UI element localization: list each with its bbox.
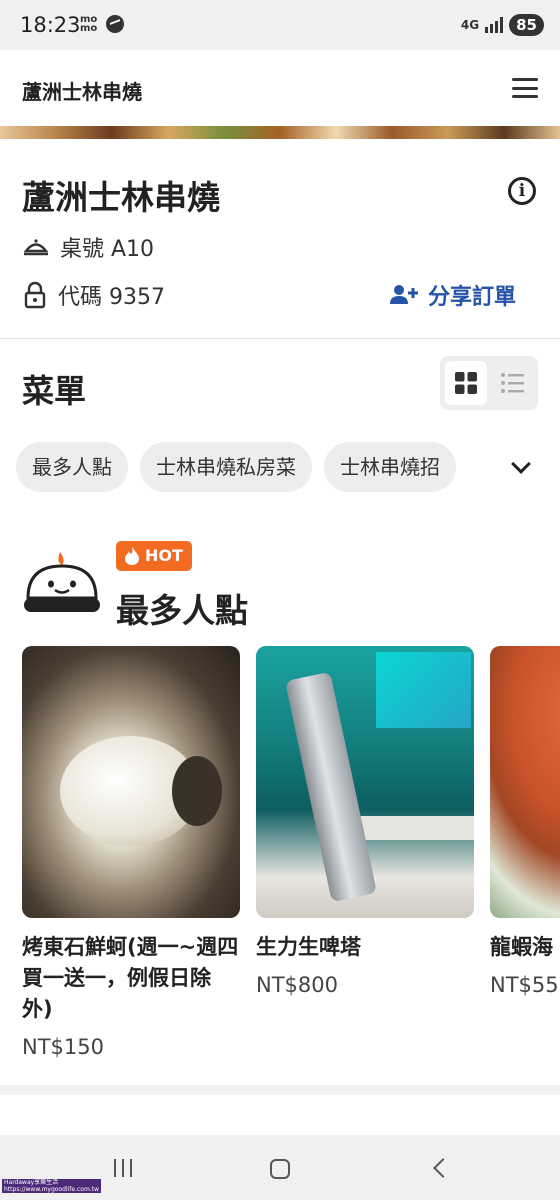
chevron-down-icon[interactable]	[511, 454, 531, 474]
product-name: 龍蝦海	[490, 935, 553, 959]
grid-icon	[455, 372, 477, 394]
info-icon[interactable]: i	[508, 177, 536, 205]
hamburger-menu-icon[interactable]	[512, 78, 538, 98]
view-toggle	[440, 356, 538, 410]
status-time: 18:23	[20, 13, 81, 37]
table-number: 桌號 A10	[22, 231, 154, 263]
recent-apps-icon[interactable]	[114, 1159, 132, 1177]
home-icon[interactable]	[270, 1159, 290, 1179]
status-bar: 18:23 mo mo 4G 85	[0, 0, 560, 50]
hero-image	[0, 126, 560, 139]
product-price: NT$800	[256, 973, 338, 997]
popular-section: HOT 最多人點 烤東石鮮蚵(週一~週四買一送一，例假日除外) NT$150 生…	[0, 508, 560, 1085]
product-price: NT$150	[22, 1035, 104, 1059]
product-card[interactable]: 生力生啤塔 NT$800	[256, 646, 474, 997]
watermark-line: https://www.mygoodlife.com.tw	[4, 1186, 99, 1193]
watermark-line: Hardaway享樂生活	[4, 1179, 59, 1186]
category-chip[interactable]: 士林串燒私房菜	[140, 442, 312, 492]
category-chip[interactable]: 最多人點	[16, 442, 128, 492]
product-name: 生力生啤塔	[256, 935, 361, 959]
list-view-button[interactable]	[491, 361, 533, 405]
battery-indicator: 85	[509, 14, 544, 36]
code-label: 代碼 9357	[58, 285, 165, 310]
restaurant-info: 蘆洲士林串燒 i 桌號 A10 代碼 9357 分享訂單	[0, 139, 560, 339]
table-label: 桌號 A10	[60, 237, 155, 262]
app-header: 蘆洲士林串燒	[0, 50, 560, 126]
flame-icon	[125, 547, 139, 565]
category-chip[interactable]: 士林串燒招	[324, 442, 456, 492]
hot-label: HOT	[145, 546, 183, 565]
momo-app-icon: mo mo	[80, 14, 98, 34]
app-title: 蘆洲士林串燒	[22, 80, 142, 104]
mascot-icon	[24, 552, 100, 612]
add-person-icon	[389, 285, 418, 304]
watermark: Hardaway享樂生活 https://www.mygoodlife.com.…	[2, 1179, 101, 1193]
section-divider	[0, 1085, 560, 1095]
dish-cover-icon	[23, 239, 49, 256]
category-chips: 最多人點 士林串燒私房菜 士林串燒招	[16, 442, 506, 492]
signal-icon	[485, 17, 504, 33]
order-code: 代碼 9357	[22, 279, 165, 311]
product-card[interactable]: 龍蝦海 NT$55	[490, 646, 560, 997]
product-price: NT$55	[490, 973, 559, 997]
popular-title: 最多人點	[116, 591, 248, 630]
share-order-button[interactable]: 分享訂單	[389, 279, 516, 311]
restaurant-name: 蘆洲士林串燒	[22, 178, 220, 217]
product-image	[490, 646, 560, 918]
chips-fade	[456, 442, 506, 492]
lock-icon	[24, 281, 46, 309]
grid-view-button[interactable]	[445, 361, 487, 405]
share-order-label: 分享訂單	[427, 285, 516, 310]
status-right-icons: 4G 85	[461, 14, 544, 36]
menu-header: 菜單 最多人點 士林串燒私房菜 士林串燒招	[0, 340, 560, 508]
menu-title: 菜單	[22, 372, 87, 410]
messenger-icon	[106, 15, 124, 33]
product-image	[22, 646, 240, 918]
product-carousel: 烤東石鮮蚵(週一~週四買一送一，例假日除外) NT$150 生力生啤塔 NT$8…	[22, 646, 560, 1076]
hot-badge: HOT	[116, 541, 192, 571]
list-icon	[501, 373, 524, 393]
network-type: 4G	[460, 18, 480, 32]
back-icon[interactable]	[433, 1158, 453, 1178]
status-notification-icons: mo mo	[80, 14, 124, 34]
product-image	[256, 646, 474, 918]
product-card[interactable]: 烤東石鮮蚵(週一~週四買一送一，例假日除外) NT$150	[22, 646, 240, 1059]
product-name: 烤東石鮮蚵(週一~週四買一送一，例假日除外)	[22, 935, 239, 1021]
